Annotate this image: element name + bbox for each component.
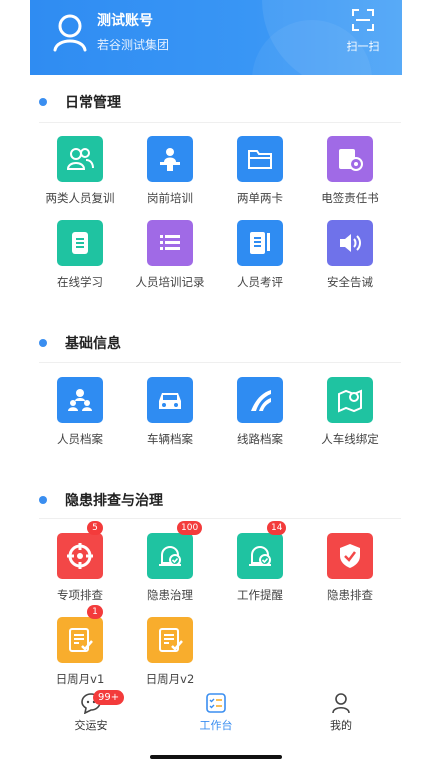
bullet-dot-icon	[39, 496, 47, 504]
list-icon	[147, 220, 193, 266]
tile-label: 车辆档案	[147, 432, 193, 446]
map-pin-icon	[327, 377, 373, 423]
staff-icon	[57, 377, 103, 423]
people-icon	[57, 136, 103, 182]
divider	[39, 362, 401, 363]
organization-name: 若谷测试集团	[97, 38, 170, 52]
section-hazard-management: 隐患排查与治理	[39, 490, 163, 510]
certificate-icon	[327, 136, 373, 182]
lecturer-icon	[147, 136, 193, 182]
tile-label: 隐患排查	[327, 588, 373, 602]
account-header: 测试账号 若谷测试集团 扫一扫	[30, 0, 402, 75]
tile-daily-weekly-monthly-v2[interactable]: 日周月v2	[125, 617, 215, 687]
folder-icon	[237, 136, 283, 182]
car-icon	[147, 377, 193, 423]
section-title: 基础信息	[65, 336, 121, 352]
tile-route-files[interactable]: 线路档案	[215, 377, 305, 447]
divider	[39, 518, 401, 519]
section-title: 隐患排查与治理	[65, 493, 163, 509]
tile-label: 人员考评	[237, 275, 283, 289]
road-icon	[237, 377, 283, 423]
tile-label: 安全告诫	[327, 275, 373, 289]
tile-label: 人员培训记录	[135, 275, 205, 289]
section-title: 日常管理	[65, 95, 121, 111]
tile-retraining[interactable]: 两类人员复训	[35, 136, 125, 206]
tile-hazard-remediation[interactable]: 100 隐患治理	[125, 521, 215, 603]
checklist-icon	[147, 617, 193, 663]
person-icon	[332, 693, 350, 714]
tile-e-sign-responsibility[interactable]: 电签责任书	[305, 136, 395, 206]
tile-label: 电签责任书	[321, 191, 379, 205]
tile-label: 岗前培训	[147, 191, 193, 205]
bottom-tab-bar: 99+ 交运安 工作台 我的	[30, 688, 402, 743]
tile-label: 线路档案	[237, 432, 283, 446]
tab-workbench[interactable]: 工作台	[176, 688, 256, 733]
tile-label: 在线学习	[57, 275, 103, 289]
checklist-icon: 1	[57, 605, 103, 663]
account-name[interactable]: 测试账号	[97, 10, 153, 30]
tile-label: 人员档案	[57, 432, 103, 446]
tile-work-reminder[interactable]: 14 工作提醒	[215, 521, 305, 603]
tab-label: 工作台	[199, 719, 233, 732]
tile-label: 两类人员复训	[45, 191, 115, 205]
tile-staff-files[interactable]: 人员档案	[35, 377, 125, 447]
tile-label: 工作提醒	[237, 588, 283, 602]
tile-online-learning[interactable]: 在线学习	[35, 220, 125, 290]
tile-vehicle-files[interactable]: 车辆档案	[125, 377, 215, 447]
alarm-check-icon: 14	[237, 521, 287, 579]
tab-jiaoyunan[interactable]: 99+ 交运安	[51, 688, 131, 733]
scan-label: 扫一扫	[346, 40, 380, 53]
target-icon: 5	[57, 521, 103, 579]
bullet-dot-icon	[39, 98, 47, 106]
tile-label: 人车线绑定	[321, 432, 379, 446]
tab-label: 交运安	[74, 719, 108, 732]
tab-mine[interactable]: 我的	[301, 688, 381, 733]
tile-staff-evaluation[interactable]: 人员考评	[215, 220, 305, 290]
tile-label: 两单两卡	[237, 191, 283, 205]
notebook-icon	[237, 220, 283, 266]
notification-badge: 1	[87, 605, 103, 619]
tile-hazard-inspection[interactable]: 隐患排查	[305, 533, 395, 603]
divider	[39, 122, 401, 123]
scan-button[interactable]: 扫一扫	[338, 8, 388, 54]
shield-check-icon	[327, 533, 373, 579]
tile-label: 隐患治理	[147, 588, 193, 602]
scan-icon	[352, 9, 374, 31]
tile-pre-job-training[interactable]: 岗前培训	[125, 136, 215, 206]
notification-badge: 99+	[93, 690, 125, 705]
tile-training-records[interactable]: 人员培训记录	[125, 220, 215, 290]
alarm-check-icon: 100	[147, 521, 203, 579]
speaker-icon	[327, 220, 373, 266]
document-icon	[57, 220, 103, 266]
section-basic-info: 基础信息	[39, 333, 121, 353]
section-daily-management: 日常管理	[39, 92, 121, 112]
tile-label: 专项排查	[57, 588, 103, 602]
tile-safety-warning[interactable]: 安全告诫	[305, 220, 395, 290]
avatar-icon[interactable]	[52, 12, 88, 52]
tile-special-inspection[interactable]: 5 专项排查	[35, 521, 125, 603]
workbench-icon	[206, 693, 226, 713]
notification-badge: 5	[87, 521, 103, 535]
tile-label: 日周月v2	[145, 672, 195, 686]
tab-label: 我的	[330, 719, 352, 732]
tile-person-vehicle-route-binding[interactable]: 人车线绑定	[305, 377, 395, 447]
notification-badge: 100	[177, 521, 203, 535]
tile-two-lists-two-cards[interactable]: 两单两卡	[215, 136, 305, 206]
home-indicator	[150, 755, 282, 759]
bullet-dot-icon	[39, 339, 47, 347]
tile-daily-weekly-monthly-v1[interactable]: 1 日周月v1	[35, 605, 125, 687]
tile-label: 日周月v1	[55, 672, 105, 686]
notification-badge: 14	[267, 521, 287, 535]
